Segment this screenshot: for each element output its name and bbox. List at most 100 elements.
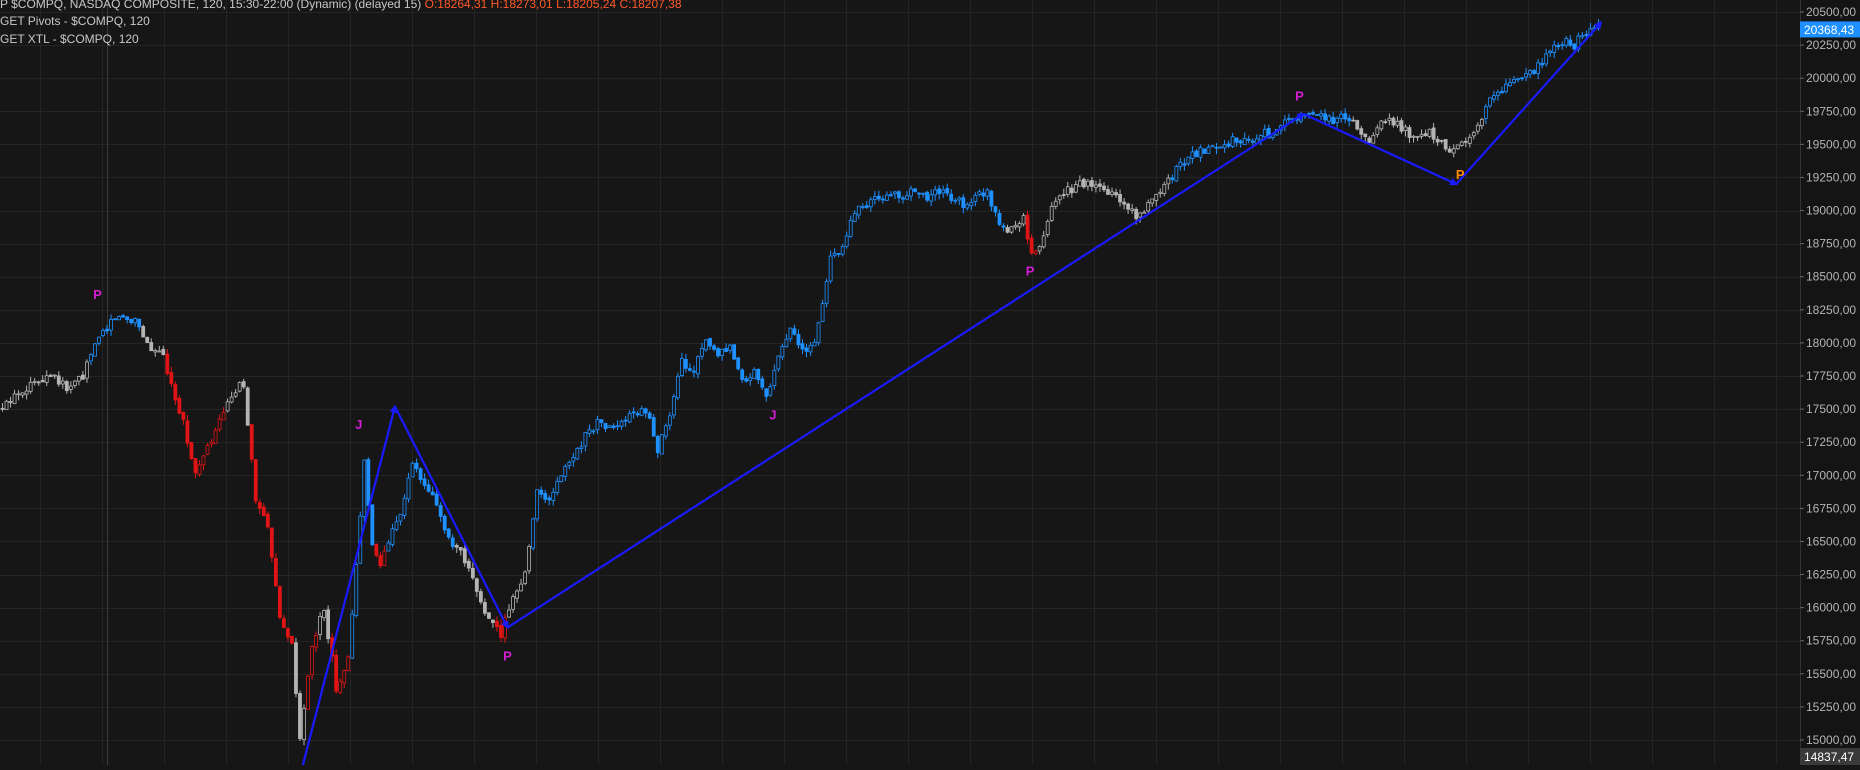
candle-body bbox=[768, 386, 773, 396]
candle-body bbox=[527, 546, 532, 572]
candle-body bbox=[1081, 178, 1086, 188]
candle-body bbox=[587, 429, 592, 434]
candle-body bbox=[816, 322, 821, 344]
candle-body bbox=[1315, 114, 1319, 116]
candle-body bbox=[434, 493, 439, 506]
candle-body bbox=[173, 384, 178, 401]
candle-body bbox=[1455, 144, 1460, 150]
y-tick-label: 17750,00 bbox=[1806, 369, 1856, 383]
candle-body bbox=[145, 336, 150, 343]
candle-body bbox=[744, 378, 749, 382]
y-tick-label: 20500,00 bbox=[1806, 5, 1856, 19]
candle-body bbox=[760, 378, 765, 388]
candle-body bbox=[1475, 124, 1480, 132]
candle-body bbox=[1544, 53, 1549, 65]
candle-body bbox=[659, 434, 664, 455]
candle-body bbox=[655, 435, 660, 454]
chart-area[interactable]: P J P J P P P 20500,00 20250,00 20000,00 19750,00… bbox=[0, 0, 1860, 767]
pivot-label: P bbox=[1456, 167, 1465, 182]
candle-body bbox=[1339, 113, 1344, 119]
candle-body bbox=[949, 193, 954, 201]
candle-body bbox=[1528, 70, 1532, 75]
candle-body bbox=[836, 253, 841, 255]
candle-body bbox=[4, 400, 9, 411]
candle-body bbox=[1435, 138, 1440, 143]
symbol-header: P $COMPQ, NASDAQ COMPOSITE, 120, 15:30-2… bbox=[0, 0, 682, 11]
candle-body bbox=[1287, 117, 1291, 120]
candle-body bbox=[1524, 73, 1528, 78]
candle-body bbox=[137, 318, 142, 328]
candle-body bbox=[462, 548, 467, 564]
candle-body bbox=[740, 369, 745, 380]
candle-body bbox=[233, 392, 238, 397]
candle-body bbox=[1045, 220, 1050, 235]
candle-body bbox=[1049, 205, 1054, 221]
candle-body bbox=[32, 381, 37, 383]
candle-body bbox=[824, 281, 829, 304]
candle-body bbox=[981, 192, 986, 197]
candle-body bbox=[977, 191, 982, 195]
candle-body bbox=[619, 420, 624, 427]
price-chart[interactable]: P J P J P P P 20500,00 20250,00 20000,00 19750,00… bbox=[0, 0, 1860, 767]
candle-body bbox=[1258, 135, 1263, 141]
candle-body bbox=[205, 444, 210, 455]
candle-body bbox=[370, 504, 375, 546]
candle-body bbox=[607, 425, 612, 429]
candle-body bbox=[925, 191, 929, 201]
candle-body bbox=[1459, 141, 1464, 146]
bottom-price-label: 14837,47 bbox=[1804, 750, 1854, 764]
y-tick-label: 16250,00 bbox=[1806, 568, 1856, 582]
candle-body bbox=[1226, 143, 1231, 147]
candle-body bbox=[1311, 112, 1315, 115]
study-xtl-label[interactable]: GET XTL - $COMPQ, 120 bbox=[0, 32, 139, 46]
candle-body bbox=[1383, 121, 1388, 124]
candle-body bbox=[318, 616, 322, 635]
candle-body bbox=[965, 204, 970, 209]
candle-body bbox=[856, 205, 861, 216]
candle-body bbox=[342, 670, 347, 684]
candle-body bbox=[1415, 136, 1420, 139]
candle-body bbox=[1218, 146, 1223, 149]
candle-body bbox=[909, 188, 913, 197]
candle-body bbox=[40, 379, 45, 383]
candle-body bbox=[844, 235, 849, 247]
candle-body bbox=[261, 506, 266, 517]
candle-body bbox=[1214, 146, 1219, 149]
candle-body bbox=[20, 392, 25, 396]
candle-body bbox=[627, 412, 632, 423]
candle-body bbox=[85, 361, 89, 379]
candle-body bbox=[1130, 208, 1135, 211]
candle-body bbox=[1013, 224, 1018, 228]
candle-body bbox=[1419, 134, 1424, 137]
candle-body bbox=[1021, 215, 1026, 225]
candle-body bbox=[1451, 148, 1456, 154]
candle-body bbox=[1242, 137, 1247, 145]
y-tick-label: 15750,00 bbox=[1806, 634, 1856, 648]
candle-body bbox=[756, 368, 761, 381]
candle-body bbox=[1556, 44, 1561, 48]
candle-body bbox=[764, 388, 769, 397]
y-tick-label: 18500,00 bbox=[1806, 270, 1856, 284]
candle-body bbox=[410, 462, 415, 478]
candle-body bbox=[953, 199, 958, 202]
candle-body bbox=[1190, 151, 1195, 159]
candle-body bbox=[1005, 227, 1010, 233]
candle-body bbox=[885, 194, 889, 201]
y-tick-label: 16000,00 bbox=[1806, 601, 1856, 615]
candle-body bbox=[651, 417, 656, 437]
price-axis[interactable]: 20500,00 20250,00 20000,00 19750,00 19500,00… bbox=[1800, 0, 1860, 765]
candle-body bbox=[1584, 34, 1589, 36]
study-pivots-label[interactable]: GET Pivots - $COMPQ, 120 bbox=[0, 14, 150, 28]
candle-body bbox=[482, 602, 487, 614]
candle-body bbox=[736, 357, 741, 370]
y-tick-label: 17250,00 bbox=[1806, 435, 1856, 449]
candle-body bbox=[322, 610, 327, 619]
candle-body bbox=[1347, 117, 1352, 122]
candle-body bbox=[1222, 144, 1227, 149]
candle-body bbox=[1439, 140, 1444, 142]
candle-body bbox=[257, 502, 262, 509]
candle-body bbox=[591, 430, 596, 433]
candle-body bbox=[60, 380, 65, 385]
candle-body bbox=[583, 432, 588, 447]
candle-body bbox=[209, 441, 214, 445]
